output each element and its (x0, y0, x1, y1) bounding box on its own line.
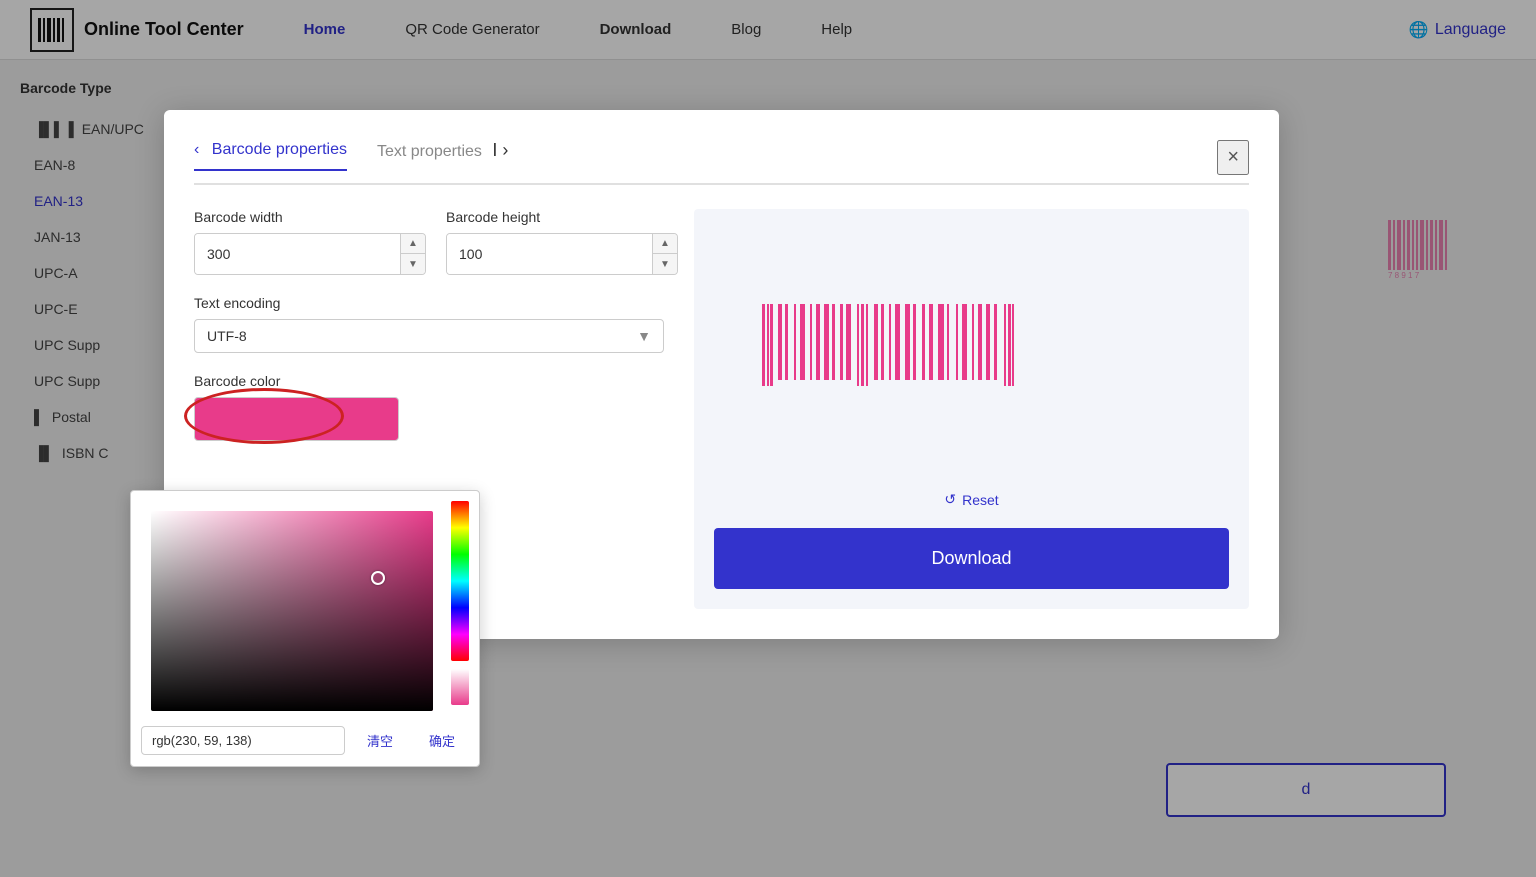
color-confirm-button[interactable]: 确定 (415, 725, 469, 756)
hue-slider[interactable] (451, 501, 469, 661)
barcode-color-section: Barcode color (194, 373, 664, 441)
barcode-width-down[interactable]: ▼ (401, 254, 425, 274)
select-arrow-icon: ▼ (637, 328, 651, 344)
barcode-svg-wrapper: 2 1 1 2 3 4 5 6 7 8 9 1 7 (752, 304, 1192, 404)
barcode-height-input[interactable] (447, 234, 652, 274)
barcode-height-up[interactable]: ▲ (653, 234, 677, 254)
barcode-width-spinners: ▲ ▼ (400, 234, 425, 274)
color-picker-handle[interactable] (371, 571, 385, 585)
color-sliders (451, 501, 469, 719)
reset-icon: ↺ (944, 491, 956, 508)
tab-text-properties[interactable]: Text properties I › (377, 140, 508, 171)
text-encoding-select[interactable]: UTF-8 ▼ (194, 319, 664, 353)
cursor-icon: I › (492, 140, 508, 160)
barcode-preview-area: 2 1 1 2 3 4 5 6 7 8 9 1 7 (714, 229, 1229, 479)
preview-section: 2 1 1 2 3 4 5 6 7 8 9 1 7 (694, 209, 1249, 609)
alpha-slider[interactable] (451, 669, 469, 705)
color-hex-input[interactable]: rgb(230, 59, 138) (141, 726, 345, 755)
barcode-width-input[interactable] (195, 234, 400, 274)
reset-label: Reset (962, 492, 999, 508)
download-button[interactable]: Download (714, 528, 1229, 589)
barcode-height-spinners: ▲ ▼ (652, 234, 677, 274)
barcode-svg: 2 1 1 2 3 4 5 6 7 8 9 1 7 (752, 304, 1192, 404)
barcode-width-input-wrap: ▲ ▼ (194, 233, 426, 275)
barcode-width-up[interactable]: ▲ (401, 234, 425, 254)
tab-barcode-properties[interactable]: ‹ Barcode properties (194, 141, 347, 171)
modal-header: ‹ Barcode properties Text properties I ›… (194, 140, 1249, 185)
color-picker-bottom: rgb(230, 59, 138) 清空 确定 (131, 719, 479, 756)
color-clear-button[interactable]: 清空 (353, 725, 407, 756)
color-picker-main (131, 491, 479, 719)
barcode-height-group: Barcode height ▲ ▼ (446, 209, 678, 275)
barcode-width-group: Barcode width ▲ ▼ (194, 209, 426, 275)
text-encoding-value: UTF-8 (207, 328, 247, 344)
text-encoding-group: Text encoding UTF-8 ▼ (194, 295, 664, 353)
barcode-height-input-wrap: ▲ ▼ (446, 233, 678, 275)
form-row-dimensions: Barcode width ▲ ▼ Barcode height (194, 209, 664, 275)
text-encoding-label: Text encoding (194, 295, 664, 311)
barcode-height-down[interactable]: ▼ (653, 254, 677, 274)
barcode-color-label: Barcode color (194, 373, 664, 389)
barcode-width-label: Barcode width (194, 209, 426, 225)
color-gradient-picker[interactable] (151, 511, 433, 711)
color-picker-popup: rgb(230, 59, 138) 清空 确定 (130, 490, 480, 767)
barcode-height-label: Barcode height (446, 209, 678, 225)
barcode-color-swatch[interactable] (194, 397, 399, 441)
modal-close-button[interactable]: × (1217, 140, 1249, 175)
reset-button[interactable]: ↺ Reset (944, 491, 998, 508)
left-arrow-icon: ‹ (194, 141, 199, 158)
barcode-color-label-text: Barcode color (194, 373, 280, 389)
